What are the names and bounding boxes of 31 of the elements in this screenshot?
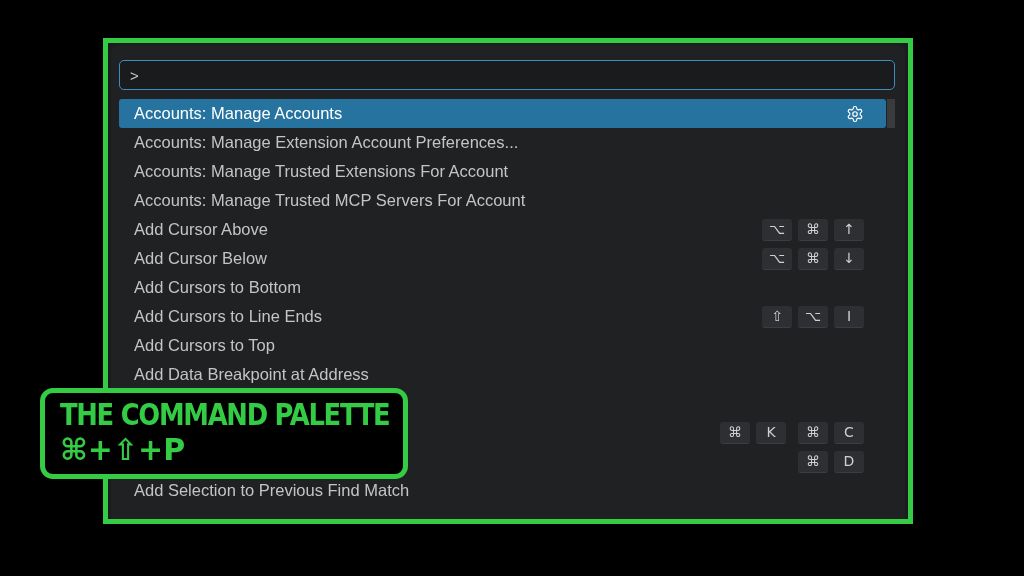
- keyboard-key: C: [834, 421, 864, 444]
- command-item[interactable]: Accounts: Manage Trusted MCP Servers For Account: [119, 186, 886, 215]
- command-item[interactable]: Accounts: Manage Trusted Extensions For Account: [119, 157, 886, 186]
- keyboard-key: ⌘: [798, 421, 828, 444]
- command-item[interactable]: Add Selection to Previous Find Match: [119, 476, 886, 505]
- keyboard-key: ⌘: [798, 450, 828, 473]
- keyboard-key: ↑: [834, 218, 864, 241]
- command-item[interactable]: Add Cursors to Top: [119, 331, 886, 360]
- keyboard-key: ⌘: [798, 218, 828, 241]
- keyboard-key: ⌥: [762, 247, 792, 270]
- keyboard-key: D: [834, 450, 864, 473]
- keyboard-key: I: [834, 305, 864, 328]
- command-item[interactable]: Accounts: Manage Extension Account Preferences...: [119, 128, 886, 157]
- command-item[interactable]: Accounts: Manage Accounts: [119, 99, 886, 128]
- keyboard-key: ⌘: [798, 247, 828, 270]
- keyboard-key: ↓: [834, 247, 864, 270]
- scrollbar-thumb[interactable]: [887, 99, 895, 128]
- keyboard-key: ⌥: [762, 218, 792, 241]
- caption-title: THE COMMAND PALETTE: [60, 397, 390, 432]
- keyboard-key: K: [756, 421, 786, 444]
- keyboard-key: ⌘: [720, 421, 750, 444]
- settings-icon[interactable]: [846, 104, 864, 123]
- command-item[interactable]: Add Cursors to Line Ends ⇧ ⌥ I: [119, 302, 886, 331]
- keyboard-key: ⌥: [798, 305, 828, 328]
- command-item[interactable]: Add Cursors to Bottom: [119, 273, 886, 302]
- command-item[interactable]: Add Cursor Above ⌥ ⌘ ↑: [119, 215, 886, 244]
- command-search-field[interactable]: >: [119, 60, 895, 90]
- command-item[interactable]: Add Data Breakpoint at Address: [119, 360, 886, 389]
- shortcut-caption: ⌘+⇧+P: [60, 432, 186, 467]
- keyboard-key: ⇧: [762, 305, 792, 328]
- command-item[interactable]: Add Cursor Below ⌥ ⌘ ↓: [119, 244, 886, 273]
